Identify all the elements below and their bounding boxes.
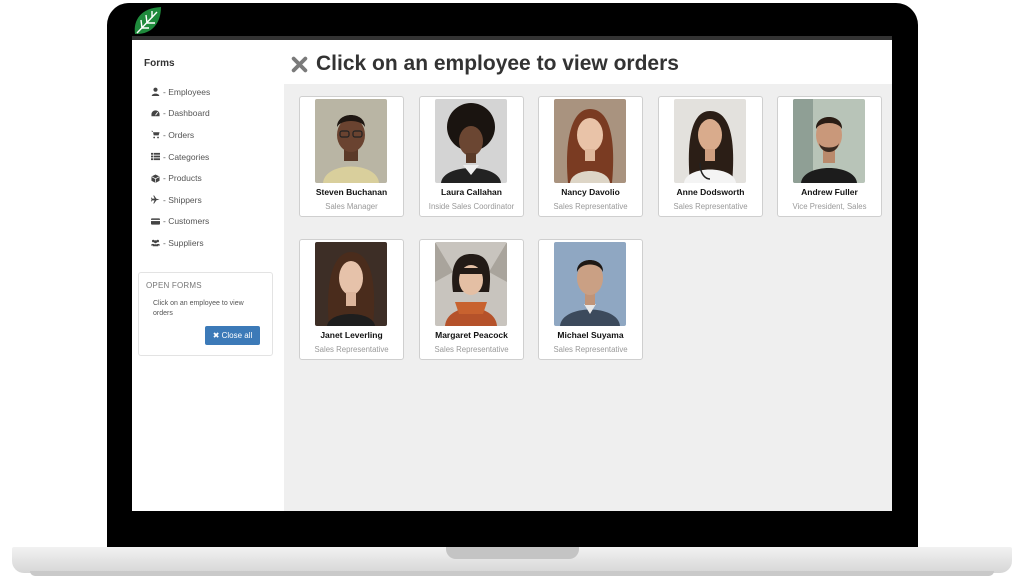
employee-title: Sales Representative xyxy=(553,345,628,354)
employee-title: Vice President, Sales xyxy=(792,202,867,211)
employee-card[interactable]: Margaret Peacock Sales Representative xyxy=(419,239,524,360)
list-icon xyxy=(151,152,160,161)
close-icon[interactable] xyxy=(291,56,308,73)
employee-name: Michael Suyama xyxy=(557,330,624,340)
sidebar-item-categories[interactable]: - Categories xyxy=(151,146,210,168)
sidebar-item-employees[interactable]: - Employees xyxy=(151,81,210,103)
open-forms-header: OPEN FORMS xyxy=(146,281,202,290)
employee-title: Sales Representative xyxy=(314,345,389,354)
dashboard-icon xyxy=(151,110,160,117)
sidebar-item-dashboard[interactable]: - Dashboard xyxy=(151,103,210,125)
employee-grid: Steven Buchanan Sales Manager Laura Call… xyxy=(284,84,892,511)
employee-name: Margaret Peacock xyxy=(435,330,508,340)
employee-card[interactable]: Janet Leverling Sales Representative xyxy=(299,239,404,360)
users-icon xyxy=(151,240,160,247)
sidebar-item-label: - Categories xyxy=(163,151,210,162)
sidebar-item-products[interactable]: - Products xyxy=(151,167,210,189)
employee-name: Nancy Davolio xyxy=(561,187,620,197)
sidebar-item-label: - Employees xyxy=(163,86,211,97)
employee-photo xyxy=(435,99,507,183)
employee-card[interactable]: Steven Buchanan Sales Manager xyxy=(299,96,404,217)
sidebar-item-label: - Products xyxy=(163,173,202,184)
employee-title: Sales Representative xyxy=(553,202,628,211)
employee-title: Inside Sales Coordinator xyxy=(428,202,515,211)
employee-title: Sales Representative xyxy=(434,345,509,354)
employee-photo xyxy=(435,242,507,326)
sidebar-item-label: - Dashboard xyxy=(163,108,210,119)
open-forms-message: Click on an employee to view orders xyxy=(153,300,244,317)
employee-photo xyxy=(315,99,387,183)
sidebar-item-label: - Orders xyxy=(163,129,195,140)
employee-name: Laura Callahan xyxy=(441,187,502,197)
plane-icon xyxy=(151,195,160,204)
laptop-notch xyxy=(446,547,579,559)
cube-icon xyxy=(151,174,160,183)
leaf-logo-icon xyxy=(134,7,161,34)
sidebar-item-label: - Customers xyxy=(163,216,210,227)
employee-photo xyxy=(793,99,865,183)
employee-card[interactable]: Laura Callahan Inside Sales Coordinator xyxy=(419,96,524,217)
sidebar-menu: - Employees - Dashboard - Orders - Categ… xyxy=(151,81,210,254)
employee-photo xyxy=(674,99,746,183)
close-all-button[interactable]: ✖ Close all xyxy=(205,326,260,345)
employee-name: Anne Dodsworth xyxy=(676,187,745,197)
employee-card[interactable]: Michael Suyama Sales Representative xyxy=(538,239,643,360)
cart-icon xyxy=(151,131,160,139)
laptop-base-shadow xyxy=(30,571,994,576)
card-icon xyxy=(151,218,160,225)
app-screen: Forms - Employees - Dashboard - Orders -… xyxy=(132,36,892,511)
sidebar-title: Forms xyxy=(144,58,175,69)
employee-title: Sales Manager xyxy=(325,202,378,211)
employee-name: Janet Leverling xyxy=(320,330,383,340)
page-title: Click on an employee to view orders xyxy=(316,52,679,75)
employee-card[interactable]: Anne Dodsworth Sales Representative xyxy=(658,96,763,217)
employee-photo xyxy=(554,242,626,326)
employee-card[interactable]: Andrew Fuller Vice President, Sales xyxy=(777,96,882,217)
sidebar-item-suppliers[interactable]: - Suppliers xyxy=(151,232,210,254)
employee-card[interactable]: Nancy Davolio Sales Representative xyxy=(538,96,643,217)
employee-name: Andrew Fuller xyxy=(801,187,858,197)
employee-photo xyxy=(315,242,387,326)
employee-name: Steven Buchanan xyxy=(315,187,388,197)
employee-title: Sales Representative xyxy=(673,202,748,211)
sidebar-item-orders[interactable]: - Orders xyxy=(151,124,210,146)
employee-photo xyxy=(554,99,626,183)
sidebar-item-customers[interactable]: - Customers xyxy=(151,211,210,233)
user-icon xyxy=(151,87,160,97)
open-forms-panel: OPEN FORMS Click on an employee to view … xyxy=(138,272,273,356)
sidebar-item-shippers[interactable]: - Shippers xyxy=(151,189,210,211)
sidebar-item-label: - Shippers xyxy=(163,194,202,205)
main-header: Click on an employee to view orders xyxy=(284,40,892,84)
sidebar: Forms - Employees - Dashboard - Orders -… xyxy=(132,40,284,511)
sidebar-item-label: - Suppliers xyxy=(163,237,204,248)
